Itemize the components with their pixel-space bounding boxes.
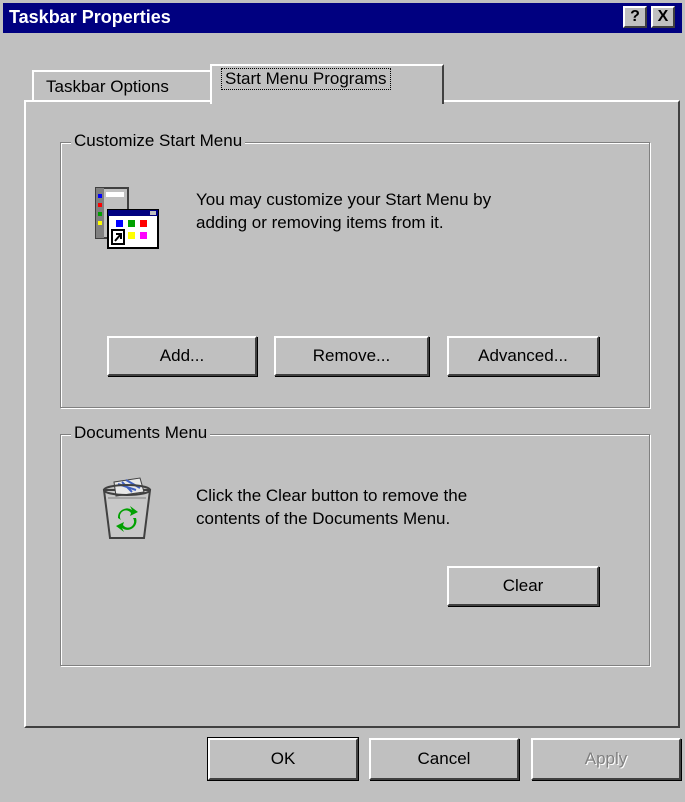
tab-start-menu-programs[interactable]: Start Menu Programs [210,64,444,104]
button-label: Advanced... [478,346,568,365]
window-title: Taskbar Properties [9,7,171,27]
advanced-button[interactable]: Advanced... [447,336,599,376]
description-line: Click the Clear button to remove the [196,486,468,505]
tab-label: Taskbar Options [46,77,169,96]
help-button[interactable]: ? [623,6,647,28]
documents-menu-group: Documents Menu [60,423,650,666]
description-line: contents of the Documents Menu. [196,509,451,528]
description-line: adding or removing items from it. [196,213,444,232]
description-line: You may customize your Start Menu by [196,190,492,209]
button-label: OK [270,749,296,768]
tab-label: Start Menu Programs [221,68,391,90]
button-label: Cancel [417,749,471,768]
close-button[interactable]: X [651,6,675,28]
taskbar-properties-dialog: Taskbar Properties ? X Taskbar Options S… [0,0,685,802]
button-label: Apply [584,749,628,768]
clear-button[interactable]: Clear [447,566,599,606]
button-label: Clear [502,576,544,595]
ok-button[interactable]: OK [207,737,359,781]
add-button[interactable]: Add... [107,336,257,376]
start-menu-customize-icon [95,187,159,249]
group-legend: Documents Menu [71,423,211,443]
remove-button[interactable]: Remove... [274,336,429,376]
apply-button[interactable]: Apply [531,738,681,780]
cancel-button[interactable]: Cancel [369,738,519,780]
recycle-bin-icon [102,477,152,539]
group-legend: Customize Start Menu [71,131,246,151]
title-bar[interactable]: Taskbar Properties ? X [3,3,682,33]
documents-description: Click the Clear button to remove the con… [196,484,467,530]
customize-description: You may customize your Start Menu by add… [196,188,491,234]
button-label: Add... [159,346,205,365]
tab-taskbar-options[interactable]: Taskbar Options [32,70,212,102]
button-label: Remove... [312,346,391,365]
